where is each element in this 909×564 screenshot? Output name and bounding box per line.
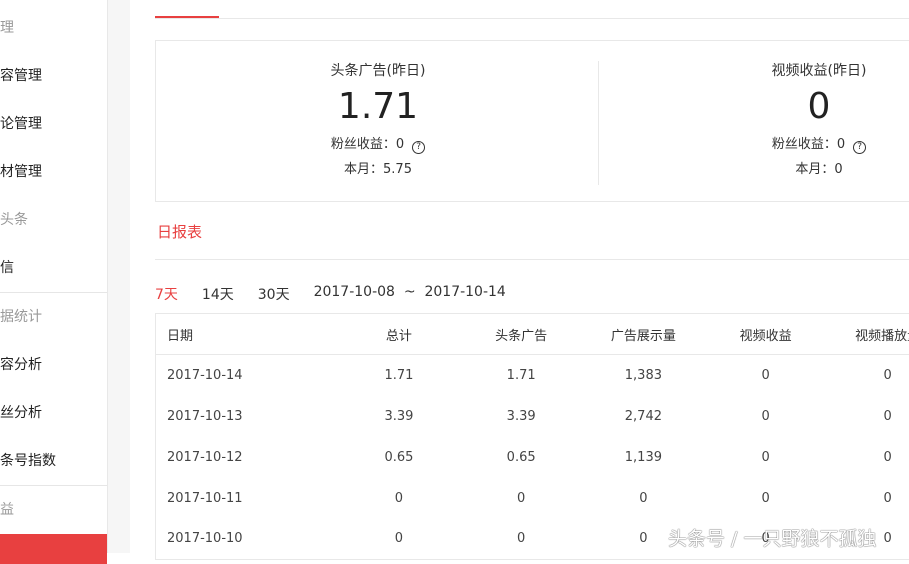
sidebar-divider: [0, 485, 107, 486]
stat-value: 0: [599, 86, 909, 127]
sidebar-section-manage: 管理: [0, 4, 14, 52]
table-row: 2017-10-120.650.651,13900: [156, 437, 909, 478]
col-date: 日期: [156, 314, 353, 355]
daily-report-table: 日期 总计 头条广告 广告展示量 视频收益 视频播放量 2017-10-141.…: [155, 313, 909, 560]
table-row: 2017-10-141.711.711,38300: [156, 355, 909, 396]
stat-fans-income: 粉丝收益：0?: [599, 133, 909, 154]
filter-14-days[interactable]: 14天: [202, 284, 234, 304]
stat-value: 1.71: [158, 86, 598, 127]
sidebar-section-income: 收益: [0, 486, 14, 534]
table-cell: 0.65: [446, 437, 597, 478]
date-range[interactable]: 2017-10-08 ~ 2017-10-14: [314, 284, 506, 304]
stat-title: 视频收益(昨日): [599, 60, 909, 80]
help-icon[interactable]: ?: [412, 141, 425, 154]
table-cell: 0: [841, 396, 909, 437]
help-icon[interactable]: ?: [853, 141, 866, 154]
sidebar-item-messages[interactable]: 私信: [0, 244, 14, 292]
sidebar-item-comments[interactable]: 评论管理: [0, 100, 42, 148]
sidebar-item-materials[interactable]: 素材管理: [0, 148, 42, 196]
stat-month: 本月：0: [599, 158, 909, 177]
sidebar-item-content[interactable]: 内容管理: [0, 52, 42, 100]
table-cell: 2017-10-11: [156, 478, 353, 519]
sidebar-item-active[interactable]: [0, 534, 107, 564]
table-cell: 0: [352, 478, 445, 519]
table-cell: 0: [690, 396, 841, 437]
sidebar-item-fans-analysis[interactable]: 粉丝分析: [0, 389, 42, 437]
watermark: 头条号 / 一只野狼不孤独: [668, 524, 876, 551]
table-cell: 0.65: [352, 437, 445, 478]
table-cell: 0: [446, 519, 597, 560]
table-cell: 0: [446, 478, 597, 519]
table-cell: 1,139: [597, 437, 690, 478]
table-cell: 3.39: [446, 396, 597, 437]
table-cell: 2017-10-14: [156, 355, 353, 396]
table-cell: 0: [841, 437, 909, 478]
date-filters: 7天 14天 30天 2017-10-08 ~ 2017-10-14: [155, 284, 530, 304]
table-cell: 3.39: [352, 396, 445, 437]
stat-video-income: 视频收益(昨日) 0 粉丝收益：0? 本月：0: [599, 41, 909, 177]
table-cell: 0: [352, 519, 445, 560]
gutter: [108, 0, 130, 553]
fans-income-label: 粉丝收益：0: [331, 137, 404, 152]
filter-7-days[interactable]: 7天: [155, 284, 178, 304]
col-total: 总计: [352, 314, 445, 355]
tab-divider: [155, 259, 909, 260]
table-cell: 0: [690, 355, 841, 396]
top-tab-active-indicator[interactable]: [155, 16, 219, 18]
stat-headline-ads: 头条广告(昨日) 1.71 粉丝收益：0? 本月：5.75: [158, 41, 598, 177]
table-cell: 1,383: [597, 355, 690, 396]
table-cell: 0: [690, 437, 841, 478]
table-row: 2017-10-133.393.392,74200: [156, 396, 909, 437]
table-cell: 0: [841, 355, 909, 396]
table-cell: 2,742: [597, 396, 690, 437]
col-video-income: 视频收益: [690, 314, 841, 355]
table-cell: 1.71: [352, 355, 445, 396]
table-cell: 1.71: [446, 355, 597, 396]
top-tab-line: [155, 18, 909, 19]
table-cell: 0: [597, 478, 690, 519]
table-header-row: 日期 总计 头条广告 广告展示量 视频收益 视频播放量: [156, 314, 909, 355]
col-video-plays: 视频播放量: [841, 314, 909, 355]
stat-month: 本月：5.75: [158, 158, 598, 177]
col-ads: 头条广告: [446, 314, 597, 355]
sidebar-item-index[interactable]: 头条号指数: [0, 437, 56, 485]
sidebar-item-content-analysis[interactable]: 内容分析: [0, 341, 42, 389]
summary-card: 头条广告(昨日) 1.71 粉丝收益：0? 本月：5.75 视频收益(昨日) 0…: [155, 40, 909, 202]
sidebar: 管理 内容管理 评论管理 素材管理 微头条 私信 数据统计 内容分析 粉丝分析 …: [0, 0, 108, 553]
stat-fans-income: 粉丝收益：0?: [158, 133, 598, 154]
table-row: 2017-10-1100000: [156, 478, 909, 519]
col-impressions: 广告展示量: [597, 314, 690, 355]
sidebar-section-weitoutiao: 微头条: [0, 196, 28, 244]
filter-30-days[interactable]: 30天: [258, 284, 290, 304]
tab-daily-report[interactable]: 日报表: [157, 221, 202, 242]
table-cell: 2017-10-13: [156, 396, 353, 437]
table-cell: 0: [841, 478, 909, 519]
fans-income-label: 粉丝收益：0: [772, 137, 845, 152]
sidebar-section-stats: 数据统计: [0, 293, 42, 341]
stat-title: 头条广告(昨日): [158, 60, 598, 80]
table-cell: 2017-10-10: [156, 519, 353, 560]
table-cell: 2017-10-12: [156, 437, 353, 478]
table-cell: 0: [690, 478, 841, 519]
